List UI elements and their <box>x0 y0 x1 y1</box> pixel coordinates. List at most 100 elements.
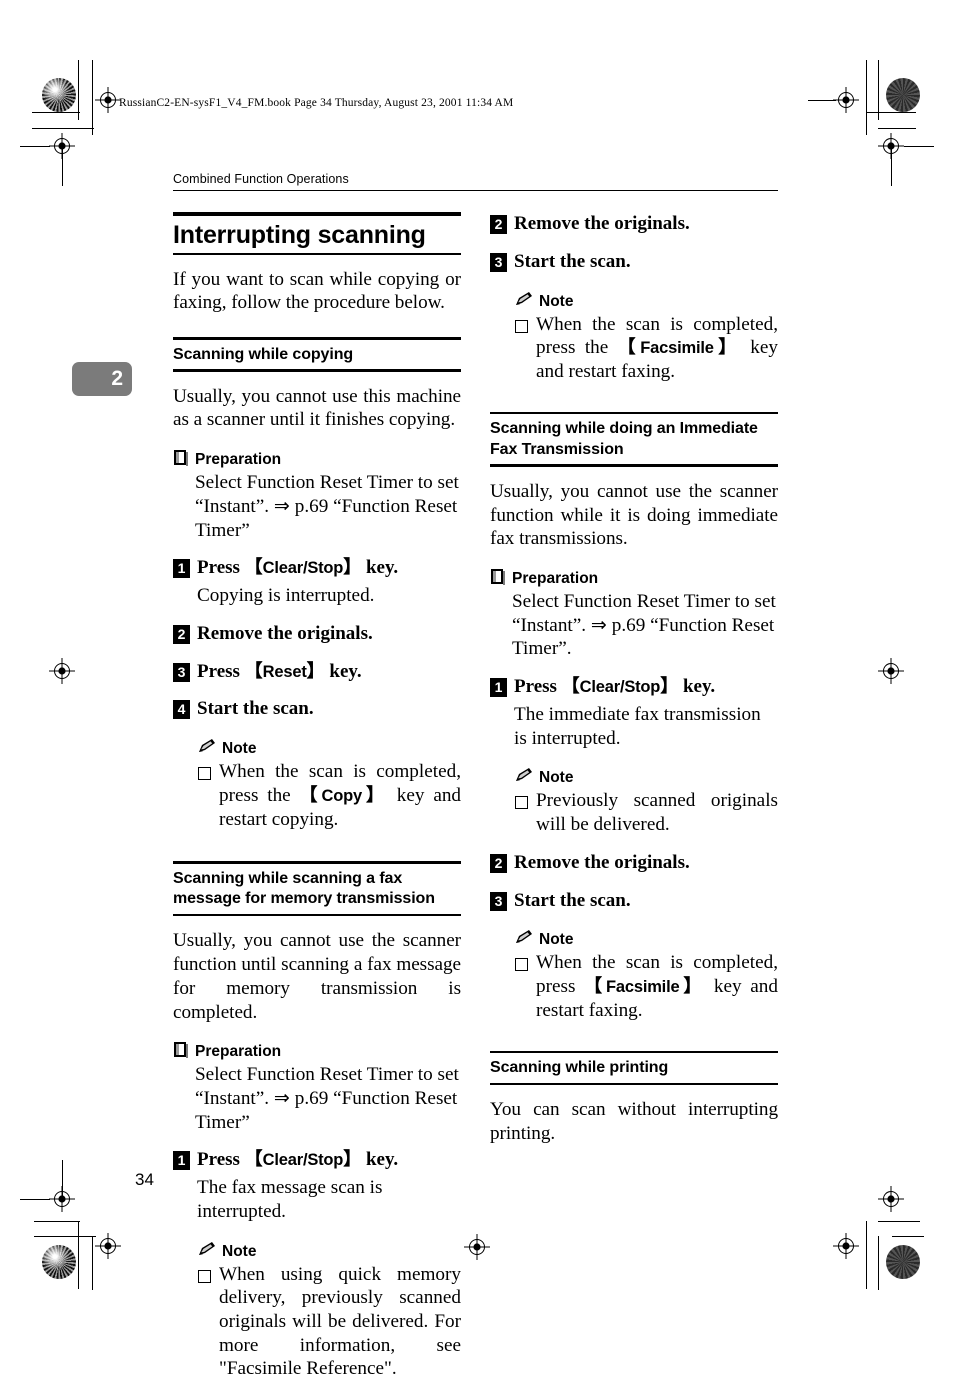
step-number: 4 <box>173 700 190 720</box>
note-label-row: Note <box>198 1241 461 1260</box>
note-text: When the scan is completed, press the 【F… <box>536 313 779 383</box>
step-item: 1 Press 【Clear/Stop】 key. <box>173 1148 461 1172</box>
step-item: 3 Start the scan. <box>490 250 778 274</box>
hollow-square-bullet <box>198 767 211 781</box>
page-title: Interrupting scanning <box>173 221 426 249</box>
hollow-square-bullet <box>515 319 528 333</box>
note-text: When the scan is completed, press the 【C… <box>219 761 462 830</box>
hollow-square-bullet <box>198 1269 211 1283</box>
note-list: When the scan is completed, press the 【C… <box>198 760 461 831</box>
rule <box>490 464 778 467</box>
step-number: 1 <box>173 1151 190 1171</box>
step-followup: The fax message scan is interrupted. <box>197 1177 383 1222</box>
subsection-heading-block: Scanning while printing <box>490 1050 778 1086</box>
step-number: 2 <box>490 853 507 873</box>
step-number: 1 <box>490 678 507 698</box>
rule <box>173 861 461 864</box>
preparation-text: Select Function Reset Timer to set “Inst… <box>512 591 776 660</box>
pencil-icon <box>198 1241 216 1257</box>
note-list: Previously scanned originals will be del… <box>515 789 778 836</box>
preparation-label-row: Preparation <box>173 1041 461 1060</box>
step-item: 1 Press 【Clear/Stop】 key. <box>173 556 461 580</box>
key-label: Copy <box>321 786 363 805</box>
note-text: Previously scanned originals will be del… <box>536 790 778 836</box>
step-item: 2 Remove the originals. <box>490 851 778 875</box>
step-text: Press 【Reset】 key. <box>197 660 362 682</box>
rule <box>173 913 461 917</box>
note-label: Note <box>539 769 574 787</box>
note-text: When the scan is completed, press 【Facsi… <box>536 952 778 1021</box>
step-item: 4 Start the scan. <box>173 697 461 721</box>
key-label: Facsimile <box>606 978 680 997</box>
step-number: 3 <box>490 891 507 911</box>
key-label: Clear/Stop <box>579 678 661 697</box>
step-text: Start the scan. <box>514 250 631 272</box>
step-text: Start the scan. <box>514 889 631 911</box>
rule <box>173 369 461 372</box>
intro-paragraph: If you want to scan while copying or fax… <box>173 268 461 314</box>
subsection-heading: Scanning while scanning a fax message fo… <box>173 869 435 908</box>
preparation-label: Preparation <box>512 569 599 587</box>
note-item: Previously scanned originals will be del… <box>515 789 778 836</box>
note-label-row: Note <box>198 738 461 757</box>
key-label: Facsimile <box>640 339 714 358</box>
key-label: Clear/Stop <box>262 559 344 578</box>
step-number: 2 <box>173 624 190 644</box>
key-label: Reset <box>262 662 307 681</box>
subsection-intro: Usually, you cannot use this machine as … <box>173 385 461 431</box>
note-text: When using quick memory delivery, previo… <box>219 1263 461 1380</box>
rule <box>173 253 461 255</box>
subsection-heading-block: Scanning while scanning a fax message fo… <box>173 861 461 917</box>
note-list: When the scan is completed, press the 【F… <box>515 313 778 384</box>
step-text: Remove the originals. <box>514 851 690 873</box>
step-number: 3 <box>490 252 507 272</box>
preparation-label-row: Preparation <box>490 568 778 587</box>
section-title-block: Interrupting scanning <box>173 212 461 255</box>
hollow-square-bullet <box>515 796 528 810</box>
preparation-label: Preparation <box>195 451 282 469</box>
step-text: Start the scan. <box>197 698 314 720</box>
note-item: When the scan is completed, press the 【F… <box>515 313 778 384</box>
step-item: 2 Remove the originals. <box>490 212 778 236</box>
left-column: Interrupting scanning If you want to sca… <box>173 212 461 1381</box>
rule <box>490 411 778 415</box>
book-icon <box>173 449 189 467</box>
rule <box>173 337 461 340</box>
note-item: When using quick memory delivery, previo… <box>198 1263 461 1381</box>
book-icon <box>490 568 506 586</box>
pencil-icon <box>515 291 533 307</box>
note-list: When the scan is completed, press 【Facsi… <box>515 951 778 1022</box>
note-item: When the scan is completed, press the 【C… <box>198 760 461 831</box>
note-label-row: Note <box>515 929 778 948</box>
note-label-row: Note <box>515 291 778 310</box>
right-column: 2 Remove the originals. 3 Start the scan… <box>490 212 778 1146</box>
step-text: Press 【Clear/Stop】 key. <box>514 676 716 698</box>
step-number: 2 <box>490 215 507 234</box>
step-item: 1 Press 【Clear/Stop】 key. <box>490 675 778 699</box>
pencil-icon <box>515 767 533 783</box>
rule <box>173 212 461 216</box>
subsection-heading-block: Scanning while copying <box>173 337 461 372</box>
step-text: Remove the originals. <box>514 213 690 234</box>
running-head: Combined Function Operations <box>173 172 349 186</box>
subsection-intro: You can scan without interrupting printi… <box>490 1099 778 1144</box>
hollow-square-bullet <box>515 958 528 972</box>
subsection-intro: Usually, you cannot use the scanner func… <box>173 930 461 1023</box>
note-list: When using quick memory delivery, previo… <box>198 1263 461 1381</box>
subsection-heading-block: Scanning while doing an Immediate Fax Tr… <box>490 411 778 467</box>
step-followup: The immediate fax transmission is interr… <box>514 703 761 749</box>
pencil-icon <box>515 929 533 945</box>
subsection-heading: Scanning while printing <box>490 1059 669 1077</box>
step-text: Press 【Clear/Stop】 key. <box>197 1149 399 1171</box>
book-icon <box>173 1041 189 1059</box>
rule <box>490 1050 778 1054</box>
file-stamp: RussianC2-EN-sysF1_V4_FM.book Page 34 Th… <box>119 97 514 109</box>
note-item: When the scan is completed, press 【Facsi… <box>515 951 778 1022</box>
step-followup: Copying is interrupted. <box>197 585 375 607</box>
note-label: Note <box>539 292 574 310</box>
page-sheet: RussianC2-EN-sysF1_V4_FM.book Page 34 Th… <box>0 0 954 1379</box>
note-label: Note <box>539 931 574 949</box>
preparation-text: Select Function Reset Timer to set “Inst… <box>195 1064 459 1133</box>
step-item: 2 Remove the originals. <box>173 622 461 646</box>
running-head-rule <box>173 190 778 192</box>
